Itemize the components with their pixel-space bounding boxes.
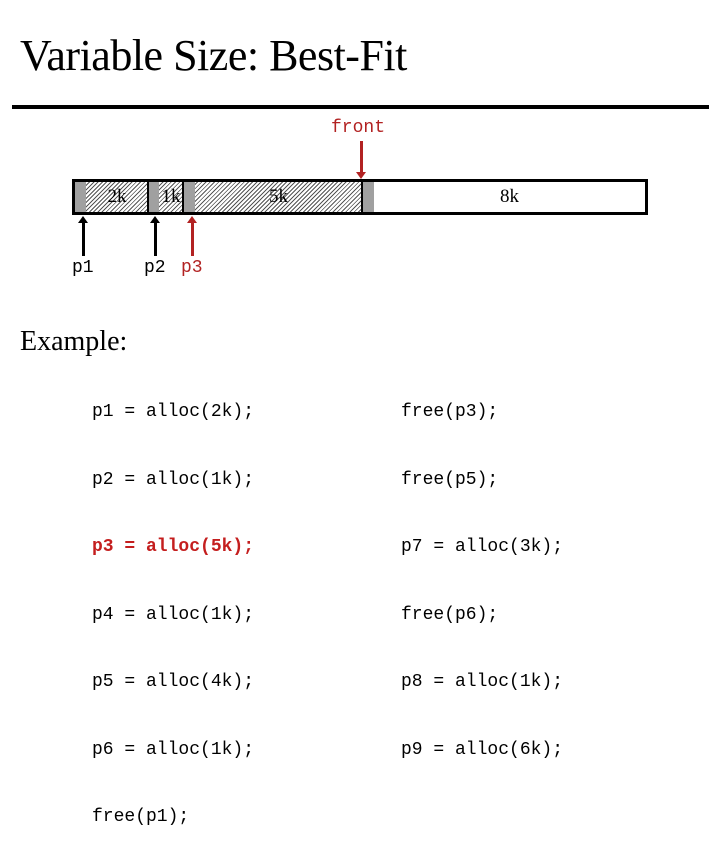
memory-heap-bar: 2k 1k 5k 8k — [72, 179, 648, 215]
block-8k-free: 8k — [374, 182, 645, 212]
block-header-2 — [149, 182, 159, 212]
code-block-left: p1 = alloc(2k); p2 = alloc(1k); p3 = all… — [92, 356, 254, 851]
code-line: p8 = alloc(1k); — [401, 672, 564, 692]
block-size-label: 5k — [269, 186, 288, 207]
front-label: front — [331, 118, 386, 138]
block-header-4 — [363, 182, 374, 212]
block-header-3 — [184, 182, 195, 212]
pointer-label-p3: p3 — [181, 258, 203, 278]
code-line-highlighted: p3 = alloc(5k); — [92, 537, 255, 557]
code-line: p4 = alloc(1k); — [92, 604, 255, 625]
code-block-right: free(p3); free(p5); p7 = alloc(3k); free… — [401, 356, 563, 784]
code-line: free(p3); — [401, 402, 499, 422]
code-line: p7 = alloc(3k); — [401, 537, 564, 557]
title-underline — [12, 105, 709, 109]
code-line: free(p1); — [92, 807, 190, 827]
block-size-label: 8k — [500, 186, 519, 207]
slide-title: Variable Size: Best-Fit — [20, 31, 407, 80]
block-header-1 — [75, 182, 86, 212]
p2-arrow-icon — [150, 216, 160, 256]
block-size-label: 2k — [107, 186, 127, 207]
code-line: free(p6); — [401, 604, 499, 625]
block-1k: 1k — [159, 182, 183, 212]
pointer-label-p1: p1 — [72, 258, 94, 278]
code-line: p2 = alloc(1k); — [92, 469, 255, 490]
block-size-label: 1k — [161, 186, 181, 207]
example-heading: Example: — [20, 326, 128, 357]
code-line: p9 = alloc(6k); — [401, 739, 564, 760]
code-line: free(p5); — [401, 469, 499, 490]
code-line: p6 = alloc(1k); — [92, 739, 255, 760]
block-2k: 2k — [86, 182, 148, 212]
p3-arrow-icon — [187, 216, 197, 256]
front-arrow-icon — [356, 141, 366, 179]
code-line: p5 = alloc(4k); — [92, 672, 255, 692]
block-5k: 5k — [195, 182, 362, 212]
p1-arrow-icon — [78, 216, 88, 256]
pointer-label-p2: p2 — [144, 258, 166, 278]
code-line: p1 = alloc(2k); — [92, 402, 255, 422]
